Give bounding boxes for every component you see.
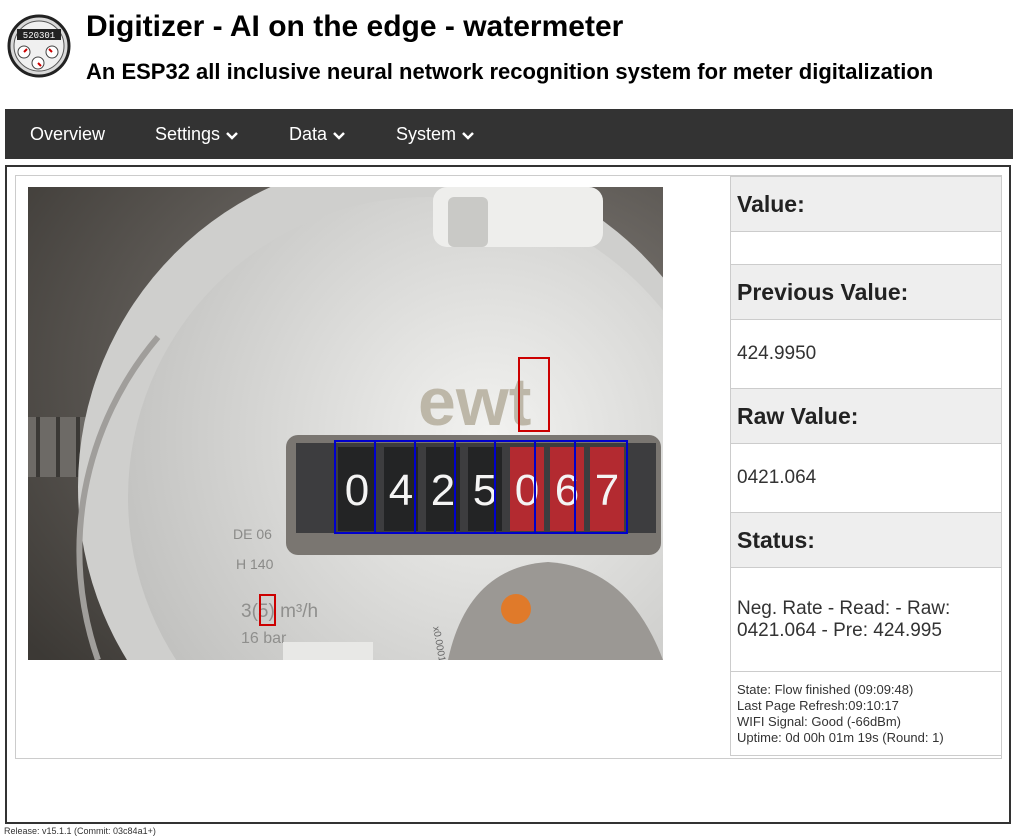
svg-text:520301: 520301: [23, 31, 55, 41]
nav-settings-label: Settings: [155, 124, 221, 144]
nav-system[interactable]: System: [396, 109, 474, 159]
status-header: Status:: [730, 512, 1002, 568]
svg-text:2: 2: [431, 466, 455, 515]
svg-text:5: 5: [473, 466, 497, 515]
flow-state-text: State: Flow finished (09:09:48): [737, 681, 914, 697]
status-text-line-2: 0421.064 - Pre: 424.995: [737, 619, 942, 641]
page-title: Digitizer - AI on the edge - watermeter: [86, 10, 624, 43]
wifi-signal-text: WIFI Signal: Good (-66dBm): [737, 713, 901, 729]
svg-text:3(5) m³/h: 3(5) m³/h: [241, 601, 318, 622]
meter-camera-image: ewt 0 4 2 5 0 6 7 DE 06 H 140 3(5) m³/h …: [28, 187, 663, 660]
status-table: Value: Previous Value: 424.9950 Raw Valu…: [730, 176, 1002, 756]
svg-text:4: 4: [389, 466, 413, 515]
nav-data[interactable]: Data: [289, 109, 345, 159]
svg-text:16 bar: 16 bar: [241, 630, 287, 647]
svg-text:7: 7: [595, 466, 619, 515]
device-info-cell: State: Flow finished (09:09:48) Last Pag…: [730, 671, 1002, 756]
value-cell: [730, 231, 1002, 265]
raw-value-cell: 0421.064: [730, 443, 1002, 513]
value-header: Value:: [730, 176, 1002, 232]
main-navbar: Overview Settings Data System: [5, 109, 1013, 159]
chevron-down-icon: [333, 110, 345, 160]
previous-value-header: Previous Value:: [730, 264, 1002, 320]
app-logo: 520301: [7, 14, 71, 78]
status-text-line-1: Neg. Rate - Read: - Raw:: [737, 597, 951, 619]
release-info: Release: v15.1.1 (Commit: 03c84a1+): [4, 826, 156, 836]
uptime-text: Uptime: 0d 00h 01m 19s (Round: 1): [737, 729, 944, 745]
svg-text:ewt: ewt: [418, 364, 531, 440]
svg-text:0: 0: [345, 466, 369, 515]
previous-value-cell: 424.9950: [730, 319, 1002, 389]
svg-text:DE 06: DE 06: [233, 526, 272, 542]
raw-value-header: Raw Value:: [730, 388, 1002, 444]
nav-overview[interactable]: Overview: [30, 109, 105, 159]
nav-overview-label: Overview: [30, 124, 106, 144]
chevron-down-icon: [226, 110, 238, 160]
status-cell: Neg. Rate - Read: - Raw: 0421.064 - Pre:…: [730, 567, 1002, 672]
chevron-down-icon: [462, 110, 474, 160]
last-refresh-text: Last Page Refresh:09:10:17: [737, 697, 899, 713]
nav-settings[interactable]: Settings: [155, 109, 238, 159]
nav-data-label: Data: [289, 124, 328, 144]
svg-text:H 140: H 140: [236, 556, 274, 572]
page-subtitle: An ESP32 all inclusive neural network re…: [86, 59, 934, 84]
nav-system-label: System: [396, 124, 457, 144]
